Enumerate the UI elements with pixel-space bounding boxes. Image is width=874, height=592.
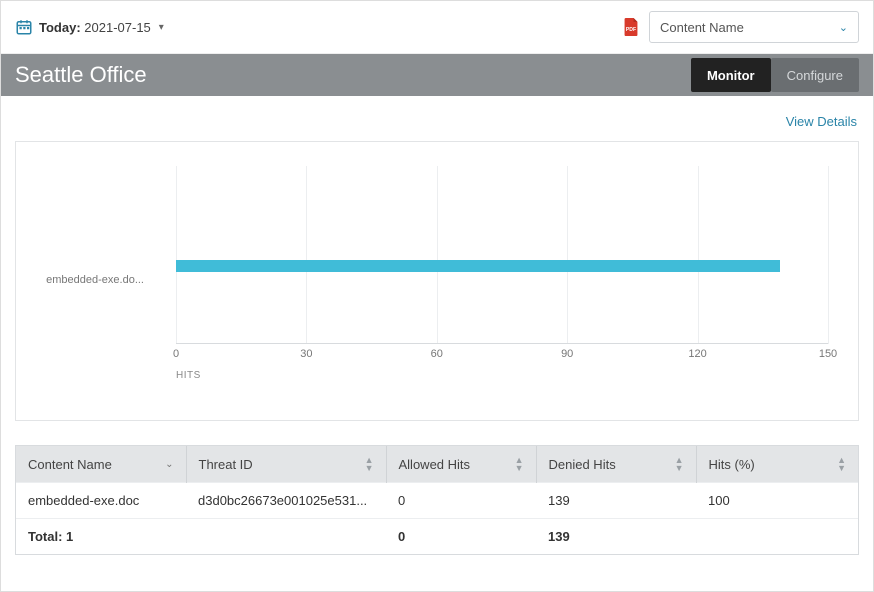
tab-monitor[interactable]: Monitor	[691, 58, 771, 92]
chart-tick: 120	[688, 348, 706, 360]
chart-tick: 0	[173, 348, 179, 360]
chart-tick: 60	[431, 348, 443, 360]
data-table: Content Name ⌄ Threat ID ▲▼	[15, 445, 859, 555]
cell-content-name: embedded-exe.doc	[16, 483, 186, 519]
cell-threat-id: d3d0bc26673e001025e531...	[186, 483, 386, 519]
chart-x-axis-label: HITS	[176, 370, 838, 381]
col-threat-id[interactable]: Threat ID ▲▼	[186, 446, 386, 483]
chart-bar	[176, 260, 780, 272]
date-picker[interactable]: Today: 2021-07-15 ▾	[15, 18, 164, 36]
chevron-down-icon: ⌄	[839, 21, 848, 34]
sort-icon: ▲▼	[515, 456, 524, 472]
selector-value: Content Name	[660, 20, 839, 35]
cell-denied-hits: 139	[536, 483, 696, 519]
col-allowed-hits[interactable]: Allowed Hits ▲▼	[386, 446, 536, 483]
cell-total-label: Total: 1	[16, 519, 186, 555]
cell-hits-pct: 100	[696, 483, 858, 519]
tab-configure[interactable]: Configure	[771, 58, 859, 92]
view-details-link[interactable]: View Details	[786, 114, 857, 129]
sort-icon: ▲▼	[365, 456, 374, 472]
page-title: Seattle Office	[15, 62, 147, 88]
content-name-selector[interactable]: Content Name ⌄	[649, 11, 859, 43]
chart-category-label: embedded-exe.do...	[16, 274, 156, 286]
cell-total-denied: 139	[536, 519, 696, 555]
chevron-down-icon: ▾	[159, 22, 164, 33]
col-denied-hits[interactable]: Denied Hits ▲▼	[536, 446, 696, 483]
col-hits-pct[interactable]: Hits (%) ▲▼	[696, 446, 858, 483]
cell-total-allowed: 0	[386, 519, 536, 555]
hits-chart: embedded-exe.do... 0 30 60 90 120 150 HITS	[15, 141, 859, 421]
chart-tick: 90	[561, 348, 573, 360]
chevron-down-icon: ⌄	[165, 459, 173, 470]
table-total-row: Total: 1 0 139	[16, 519, 858, 555]
svg-text:PDF: PDF	[626, 27, 636, 33]
table-row[interactable]: embedded-exe.doc d3d0bc26673e001025e531.…	[16, 483, 858, 519]
sort-icon: ▲▼	[675, 456, 684, 472]
pdf-export-button[interactable]: PDF	[623, 18, 639, 36]
view-tabs: Monitor Configure	[691, 58, 859, 92]
chart-tick: 150	[819, 348, 837, 360]
chart-tick: 30	[300, 348, 312, 360]
cell-allowed-hits: 0	[386, 483, 536, 519]
date-label: Today: 2021-07-15	[39, 20, 151, 35]
calendar-icon	[15, 18, 33, 36]
sort-icon: ▲▼	[837, 456, 846, 472]
col-content-name[interactable]: Content Name ⌄	[16, 446, 186, 483]
